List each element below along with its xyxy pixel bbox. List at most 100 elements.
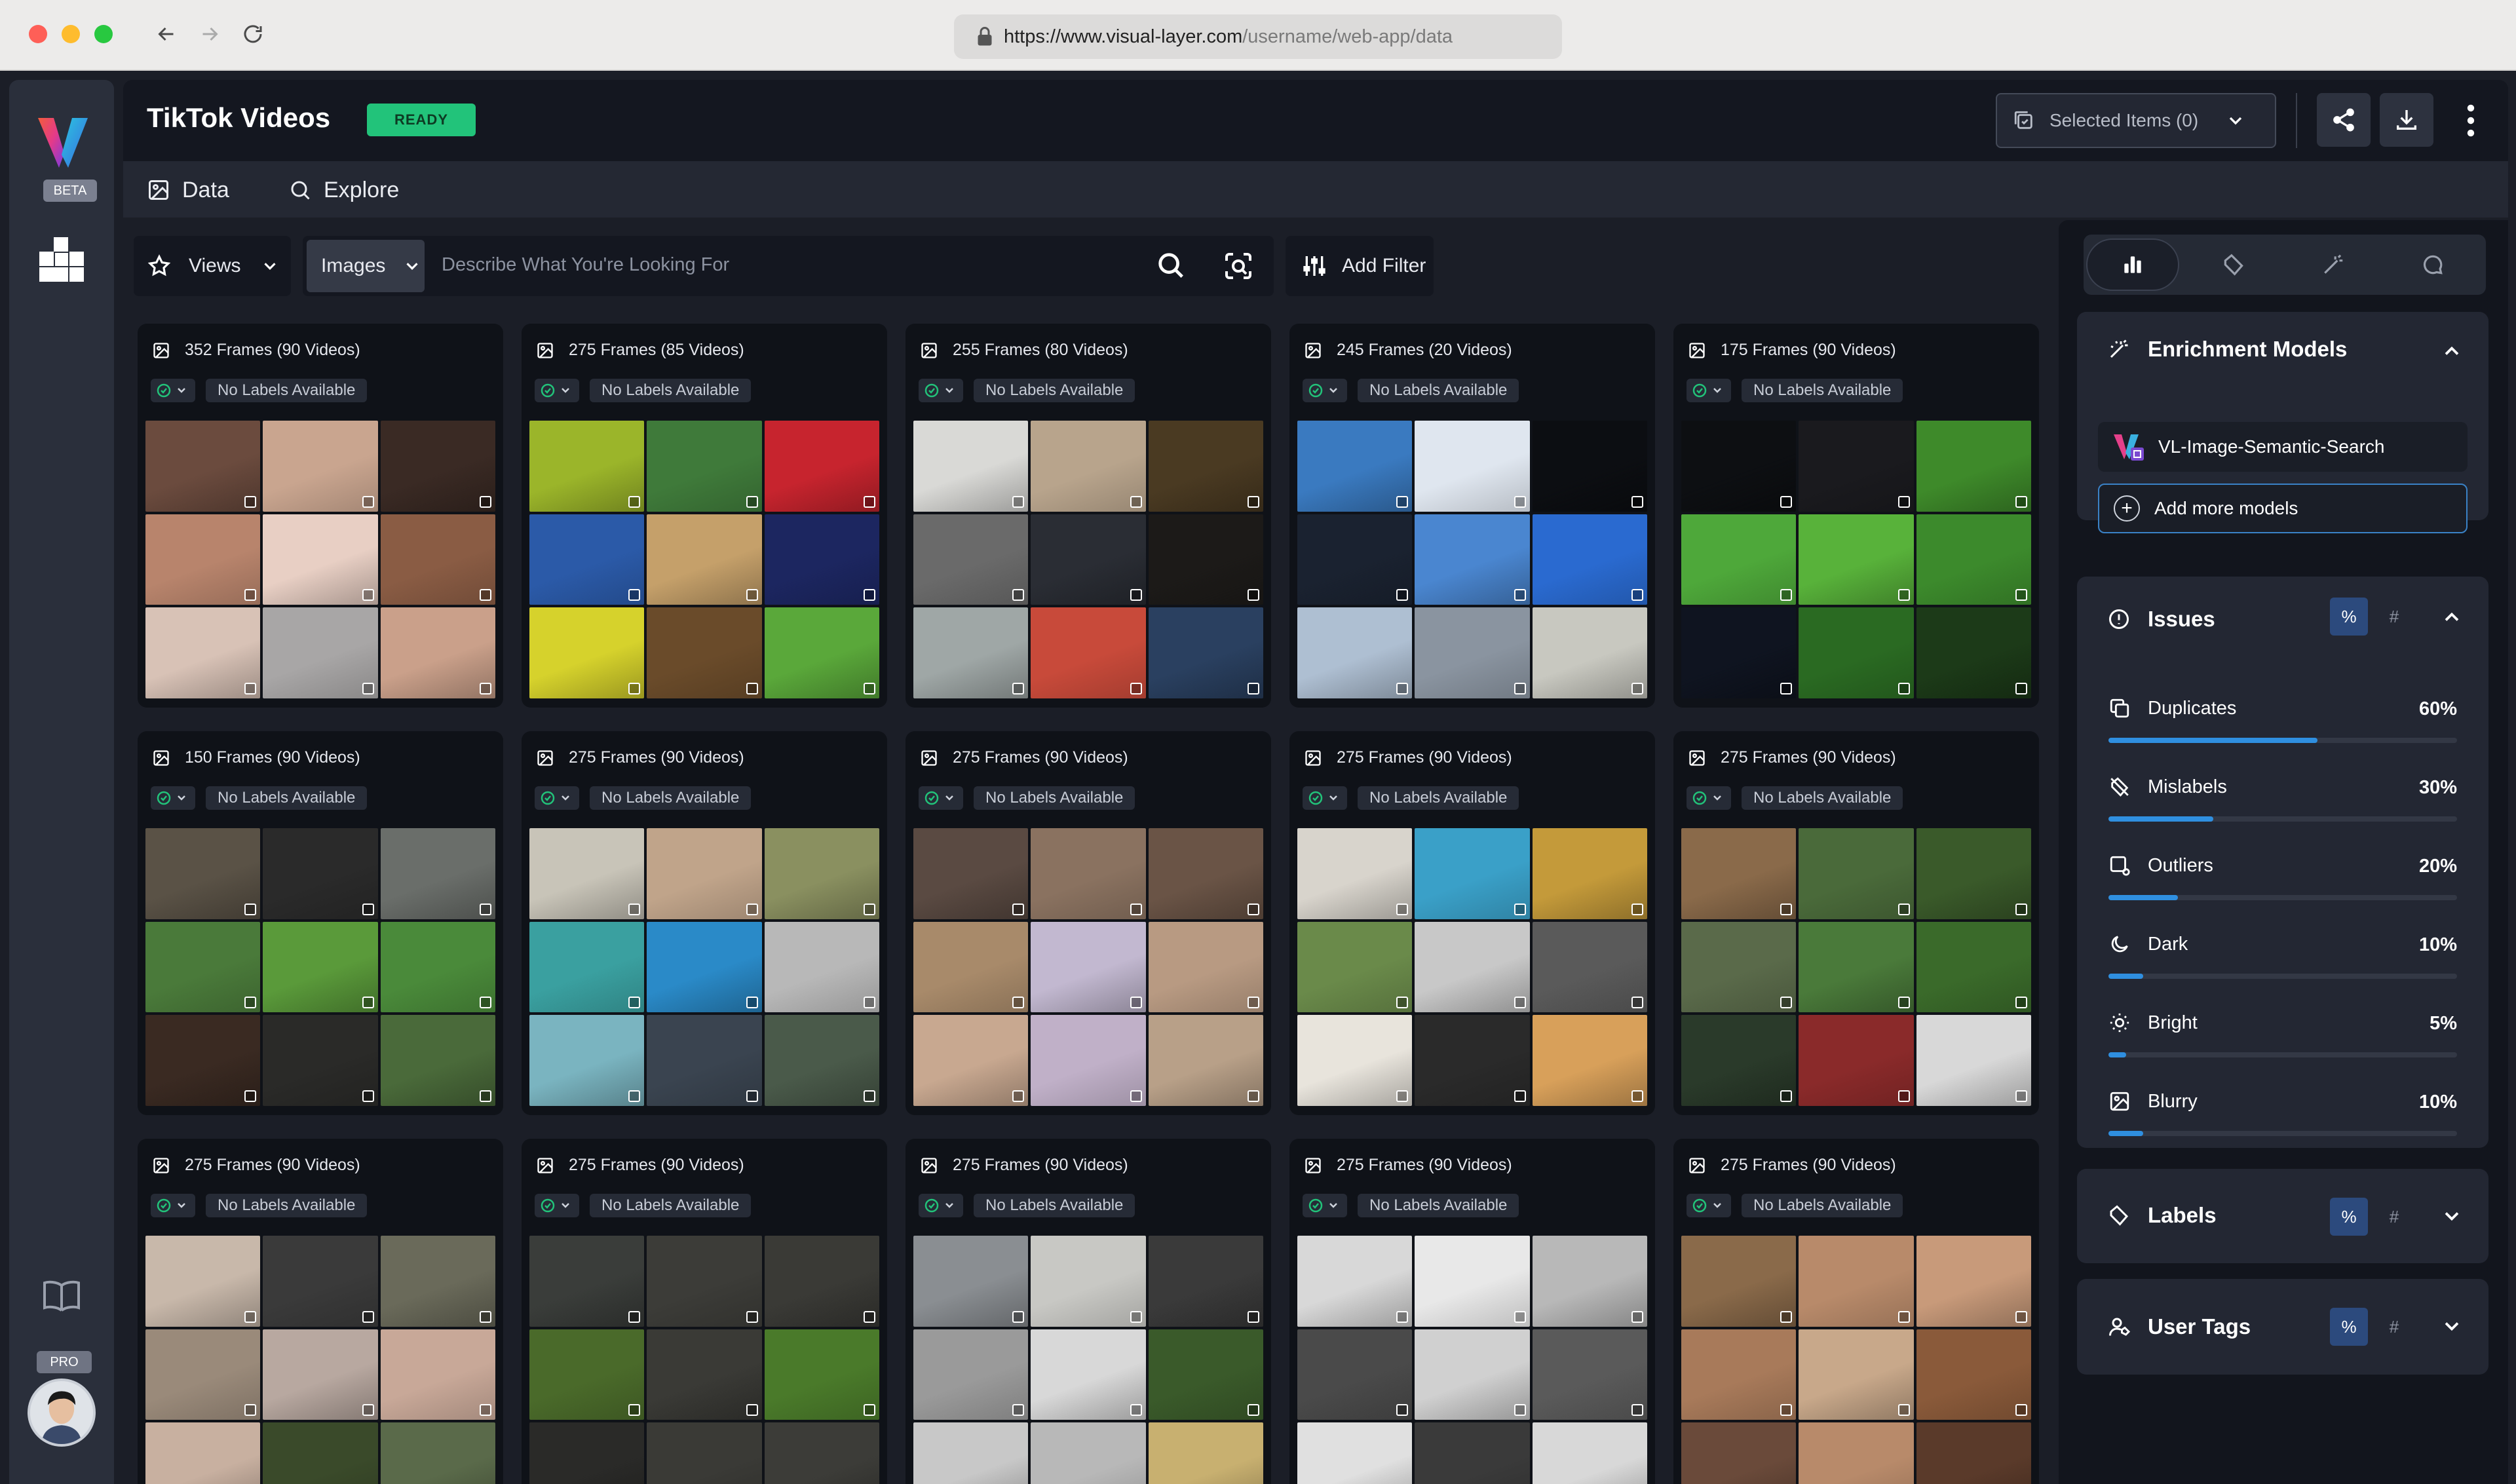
thumbnail[interactable]: [913, 1329, 1029, 1420]
thumbnail[interactable]: [913, 514, 1029, 605]
thumbnail[interactable]: [380, 514, 495, 605]
label-status-dropdown[interactable]: [919, 786, 963, 810]
count-toggle[interactable]: #: [2381, 1308, 2407, 1346]
label-status-dropdown[interactable]: [1687, 379, 1731, 402]
thumbnail[interactable]: [764, 421, 879, 512]
thumbnail[interactable]: [380, 828, 495, 919]
issue-row-outliers[interactable]: Outliers 20%: [2108, 847, 2457, 912]
thumbnail[interactable]: [1681, 514, 1797, 605]
thumbnail[interactable]: [1031, 1236, 1146, 1327]
thumbnail[interactable]: [913, 421, 1029, 512]
visual-layer-logo[interactable]: [35, 115, 90, 170]
thumbnail[interactable]: [1532, 1236, 1647, 1327]
thumbnail[interactable]: [1148, 607, 1263, 698]
chevron-up-icon[interactable]: [2440, 339, 2464, 363]
thumbnail[interactable]: [647, 421, 762, 512]
label-status-dropdown[interactable]: [919, 1194, 963, 1217]
thumbnail[interactable]: [1415, 1422, 1530, 1484]
cluster-card[interactable]: 245 Frames (20 Videos) No Labels Availabl…: [1289, 324, 1655, 708]
add-filter-button[interactable]: Add Filter: [1286, 236, 1434, 296]
selected-items-dropdown[interactable]: Selected Items (0): [1996, 93, 2276, 148]
reload-icon[interactable]: [237, 17, 269, 51]
issue-row-mislabels[interactable]: Mislabels 30%: [2108, 768, 2457, 833]
search-type-select[interactable]: Images: [307, 240, 425, 292]
thumbnail[interactable]: [1799, 921, 1914, 1013]
thumbnail[interactable]: [1148, 1236, 1263, 1327]
thumbnail[interactable]: [1297, 514, 1413, 605]
thumbnail[interactable]: [764, 1015, 879, 1106]
thumbnail[interactable]: [380, 1236, 495, 1327]
thumbnail[interactable]: [647, 1329, 762, 1420]
cluster-card[interactable]: 275 Frames (90 Videos) No Labels Availabl…: [1289, 1139, 1655, 1484]
thumbnail[interactable]: [263, 1015, 378, 1106]
issue-row-blurry[interactable]: Blurry 10%: [2108, 1082, 2457, 1148]
cluster-card[interactable]: 275 Frames (90 Videos) No Labels Availabl…: [1289, 731, 1655, 1115]
thumbnail[interactable]: [1681, 1236, 1797, 1327]
more-options-icon[interactable]: [2461, 104, 2481, 138]
thumbnail[interactable]: [1148, 1329, 1263, 1420]
thumbnail[interactable]: [1799, 514, 1914, 605]
thumbnail[interactable]: [1031, 1015, 1146, 1106]
thumbnail[interactable]: [764, 514, 879, 605]
thumbnail[interactable]: [1031, 514, 1146, 605]
issue-row-duplicates[interactable]: Duplicates 60%: [2108, 689, 2457, 755]
thumbnail[interactable]: [263, 1236, 378, 1327]
back-arrow-icon[interactable]: [151, 17, 182, 51]
thumbnail[interactable]: [1415, 514, 1530, 605]
label-status-dropdown[interactable]: [1303, 379, 1347, 402]
thumbnail[interactable]: [1532, 607, 1647, 698]
label-status-dropdown[interactable]: [151, 786, 195, 810]
thumbnail[interactable]: [529, 421, 645, 512]
thumbnail[interactable]: [529, 1422, 645, 1484]
thumbnail[interactable]: [1297, 828, 1413, 919]
thumbnail[interactable]: [1799, 421, 1914, 512]
thumbnail[interactable]: [380, 1329, 495, 1420]
thumbnail[interactable]: [1415, 828, 1530, 919]
thumbnail[interactable]: [380, 1422, 495, 1484]
thumbnail[interactable]: [1297, 421, 1413, 512]
chevron-up-icon[interactable]: [2440, 605, 2464, 629]
add-models-button[interactable]: + Add more models: [2098, 484, 2468, 533]
thumbnail[interactable]: [529, 514, 645, 605]
thumbnail[interactable]: [263, 607, 378, 698]
thumbnail[interactable]: [1799, 607, 1914, 698]
label-status-dropdown[interactable]: [535, 379, 579, 402]
percent-toggle[interactable]: %: [2330, 1308, 2368, 1346]
thumbnail[interactable]: [764, 1236, 879, 1327]
thumbnail[interactable]: [647, 1236, 762, 1327]
thumbnail[interactable]: [1415, 421, 1530, 512]
thumbnail[interactable]: [1799, 1015, 1914, 1106]
count-toggle[interactable]: #: [2381, 598, 2407, 636]
label-status-dropdown[interactable]: [1687, 786, 1731, 810]
thumbnail[interactable]: [764, 1329, 879, 1420]
thumbnail[interactable]: [1297, 1329, 1413, 1420]
thumbnail[interactable]: [1532, 1015, 1647, 1106]
thumbnail[interactable]: [1148, 921, 1263, 1013]
thumbnail[interactable]: [263, 921, 378, 1013]
cluster-card[interactable]: 275 Frames (85 Videos) No Labels Availabl…: [522, 324, 887, 708]
image-search-icon[interactable]: [1223, 250, 1254, 282]
thumbnail[interactable]: [263, 1329, 378, 1420]
thumbnail[interactable]: [913, 828, 1029, 919]
thumbnail[interactable]: [1799, 1422, 1914, 1484]
thumbnail[interactable]: [529, 1236, 645, 1327]
thumbnail[interactable]: [145, 421, 261, 512]
views-dropdown[interactable]: Views: [134, 236, 291, 296]
thumbnail[interactable]: [764, 1422, 879, 1484]
thumbnail[interactable]: [529, 1329, 645, 1420]
tab-enrichment[interactable]: [2287, 238, 2380, 291]
thumbnail[interactable]: [1916, 1422, 2031, 1484]
thumbnail[interactable]: [1916, 1236, 2031, 1327]
labels-header[interactable]: Labels: [2107, 1203, 2217, 1228]
cluster-card[interactable]: 275 Frames (90 Videos) No Labels Availabl…: [522, 731, 887, 1115]
thumbnail[interactable]: [913, 1422, 1029, 1484]
thumbnail[interactable]: [1681, 421, 1797, 512]
minimize-window-button[interactable]: [62, 25, 80, 43]
thumbnail[interactable]: [1681, 1422, 1797, 1484]
thumbnail[interactable]: [1415, 1236, 1530, 1327]
thumbnail[interactable]: [913, 1015, 1029, 1106]
cluster-card[interactable]: 275 Frames (90 Videos) No Labels Availabl…: [1673, 1139, 2039, 1484]
address-bar[interactable]: https://www.visual-layer.com/username/we…: [954, 14, 1562, 59]
user-avatar[interactable]: [28, 1379, 96, 1447]
thumbnail[interactable]: [1297, 1422, 1413, 1484]
